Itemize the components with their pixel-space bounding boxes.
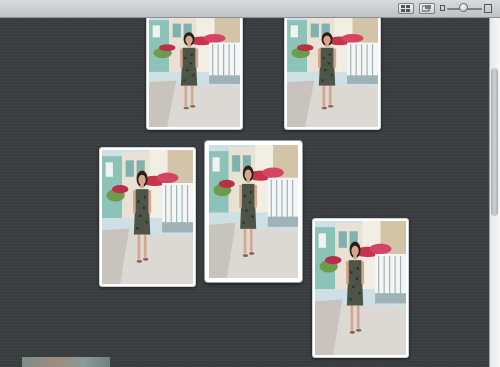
street-photo — [315, 221, 406, 355]
photo-thumbnail[interactable] — [146, 18, 243, 130]
zoom-slider-thumb[interactable] — [459, 3, 468, 12]
stack-view-button[interactable] — [419, 3, 435, 14]
photo-thumbnail[interactable] — [312, 218, 409, 358]
stack-icon — [422, 5, 431, 12]
vertical-scrollbar[interactable] — [489, 18, 500, 367]
street-photo — [102, 150, 193, 284]
street-photo — [287, 18, 378, 127]
street-photo — [149, 18, 240, 127]
photo-thumbnail-partial[interactable] — [22, 357, 110, 367]
small-photo-icon — [440, 5, 445, 11]
street-photo — [209, 145, 298, 278]
grid-icon — [401, 5, 410, 12]
toolbar — [0, 0, 500, 18]
photo-thumbnail[interactable] — [284, 18, 381, 130]
photo-thumbnail-selected[interactable] — [205, 141, 302, 282]
photo-thumbnail[interactable] — [99, 147, 196, 287]
scrollbar-thumb[interactable] — [491, 68, 498, 216]
view-mode-button[interactable] — [398, 3, 414, 14]
large-photo-icon — [484, 4, 492, 13]
photo-canvas[interactable] — [0, 18, 489, 367]
